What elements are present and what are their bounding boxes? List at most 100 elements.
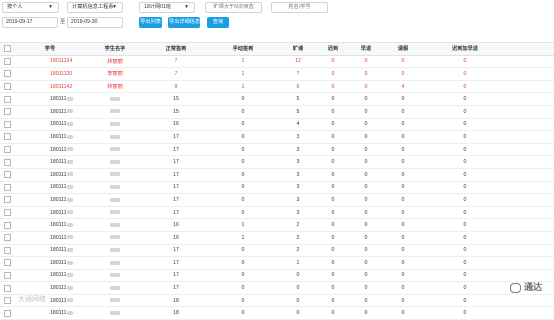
late-cell: 0 [318,294,348,308]
absent-cell: 3 [278,206,318,220]
row-checkbox[interactable] [0,92,14,106]
student-id-text: 180111 [50,297,67,304]
student-id-text: 180111 [50,96,67,103]
student-name-cell [86,306,144,320]
chevron-down-icon: ▼ [112,4,117,10]
manual-signin-cell: 0 [208,306,278,320]
row-checkbox[interactable] [0,143,14,157]
redacted-id-suffix [66,260,73,265]
leave-cell: 0 [384,244,422,258]
normal-signin-cell: 16 [144,118,208,132]
late-plus-early-cell: 0 [422,105,508,119]
early-leave-cell: 0 [348,256,384,270]
table-row: 18011117030000签到详情 [0,155,554,169]
export-list-button[interactable]: 导出列表 [139,17,162,28]
manual-signin-cell: 0 [208,294,278,308]
export-detail-button[interactable]: 导出详细信息 [168,17,200,28]
col-header-manual-signin: 手动签到 [208,42,278,56]
normal-signin-cell: 17 [144,168,208,182]
student-id-text: 180111 [50,196,67,203]
row-checkbox[interactable] [0,105,14,119]
normal-signin-cell: 17 [144,130,208,144]
normal-signin-cell: 9 [144,80,208,94]
table-row: 18011117030000签到详情 [0,143,554,157]
watermark-bottom-text: 大通网络 [18,296,46,303]
row-checkbox[interactable] [0,256,14,270]
early-leave-cell: 0 [348,306,384,320]
row-checkbox[interactable] [0,118,14,132]
early-leave-cell: 0 [348,218,384,232]
redacted-name [109,109,120,114]
start-date-input[interactable]: 2019-09-17 [2,17,58,28]
redacted-name [109,197,120,202]
row-checkbox[interactable] [0,55,14,69]
class-select-value: 18计网01班 [144,4,172,10]
student-id-text: 180111 [50,222,67,229]
student-id-text: 18011120 [50,70,73,77]
name-search-input[interactable]: 姓名/学号 [271,2,328,13]
mode-select[interactable]: 按个人 ▼ [2,2,59,13]
late-plus-early-cell: 0 [422,231,508,245]
leave-cell: 0 [384,294,422,308]
leave-cell: 0 [384,143,422,157]
row-checkbox[interactable] [0,67,14,81]
query-button[interactable]: 查询 [207,17,229,28]
absent-cell: 0 [278,269,318,283]
department-select[interactable]: 计算机信息工程系 ▼ [67,2,123,13]
normal-signin-cell: 15 [144,92,208,106]
manual-signin-cell: 0 [208,193,278,207]
end-date-input[interactable]: 2019-09-30 [67,17,123,28]
manual-signin-cell: 0 [208,281,278,295]
redacted-name [109,96,120,101]
table-row: 18011117030000签到详情 [0,181,554,195]
student-name-cell: 林丽丽 [86,55,144,69]
leave-cell: 0 [384,281,422,295]
absence-threshold-input[interactable]: 旷课大于N次筛选 [205,2,262,13]
spacer-cell [508,294,554,308]
late-plus-early-cell: 0 [422,193,508,207]
table-row: 18011117020000签到详情 [0,244,554,258]
leave-cell: 0 [384,193,422,207]
leave-cell: 0 [384,55,422,69]
row-checkbox[interactable] [0,80,14,94]
row-checkbox[interactable] [0,130,14,144]
manual-signin-cell: 0 [208,244,278,258]
row-checkbox[interactable] [0,231,14,245]
late-cell: 0 [318,244,348,258]
late-plus-early-cell: 0 [422,92,508,106]
row-checkbox[interactable] [0,155,14,169]
row-checkbox[interactable] [0,168,14,182]
student-id-cell: 180111 [14,105,86,119]
row-checkbox[interactable] [0,294,14,308]
table-body: 18011124林丽丽71120000签到详情18011120李丽丽717000… [0,55,554,320]
row-checkbox[interactable] [0,244,14,258]
student-name-cell [86,244,144,258]
redacted-id-suffix [66,310,73,315]
redacted-id-suffix [66,273,73,278]
row-checkbox[interactable] [0,193,14,207]
normal-signin-cell: 17 [144,193,208,207]
student-id-cell: 180111 [14,181,86,195]
leave-cell: 0 [384,231,422,245]
manual-signin-cell: 1 [208,231,278,245]
absent-cell: 3 [278,143,318,157]
table-row: 18011115050000签到详情 [0,92,554,106]
row-checkbox[interactable] [0,206,14,220]
row-checkbox[interactable] [0,281,14,295]
row-checkbox[interactable] [0,269,14,283]
table-row: 18011116120000签到详情 [0,218,554,232]
late-cell: 0 [318,218,348,232]
row-checkbox[interactable] [0,306,14,320]
student-id-text: 180111 [50,234,67,241]
redacted-id-suffix [66,235,73,240]
late-plus-early-cell: 0 [422,218,508,232]
select-all-checkbox[interactable] [0,42,14,56]
spacer-cell [508,67,554,81]
leave-cell: 0 [384,130,422,144]
row-checkbox[interactable] [0,218,14,232]
late-cell: 0 [318,118,348,132]
class-select[interactable]: 18计网01班 ▼ [139,2,195,13]
row-checkbox[interactable] [0,181,14,195]
spacer-cell [508,231,554,245]
leave-cell: 0 [384,206,422,220]
